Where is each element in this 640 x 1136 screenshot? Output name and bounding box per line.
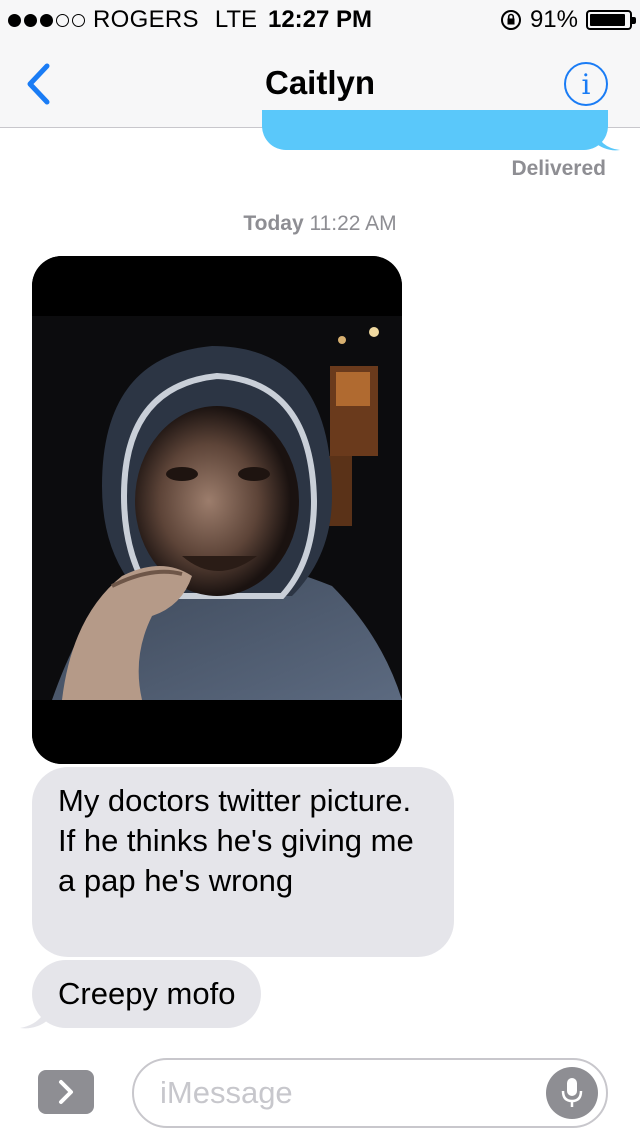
delivered-status: Delivered <box>511 157 606 180</box>
message-field[interactable] <box>132 1058 608 1128</box>
message-text: Creepy mofo <box>58 976 236 1011</box>
sent-message-bubble[interactable] <box>262 110 608 150</box>
message-text: My doctors twitter picture. If he thinks… <box>58 783 414 898</box>
received-bubble-tail <box>20 1004 48 1029</box>
battery-icon <box>586 10 636 30</box>
message-input[interactable] <box>160 1060 540 1126</box>
received-message-bubble[interactable]: My doctors twitter picture. If he thinks… <box>32 767 454 957</box>
battery-fill <box>590 14 625 26</box>
received-photo[interactable] <box>32 256 402 764</box>
rotation-lock-icon <box>500 10 521 30</box>
info-button[interactable]: i <box>564 62 608 106</box>
info-icon: i <box>581 67 591 101</box>
conversation-title: Caitlyn <box>264 64 376 101</box>
status-bar: ROGERS LTE 12:27 PM 91% <box>0 0 640 40</box>
input-bar <box>0 1040 640 1136</box>
status-right: 91% <box>500 6 636 34</box>
photo-image <box>32 256 402 764</box>
timestamp-time: 11:22 AM <box>309 212 397 235</box>
microphone-icon <box>561 1078 583 1107</box>
mic-button[interactable] <box>546 1067 598 1119</box>
battery-percent: 91% <box>529 6 578 33</box>
message-timestamp: Today 11:22 AM <box>0 212 640 236</box>
apps-button[interactable] <box>38 1070 94 1114</box>
received-message-bubble[interactable]: Creepy mofo <box>32 960 262 1028</box>
timestamp-day: Today <box>243 212 304 235</box>
chevron-right-icon <box>59 1080 73 1104</box>
sent-bubble-tail <box>594 128 620 151</box>
